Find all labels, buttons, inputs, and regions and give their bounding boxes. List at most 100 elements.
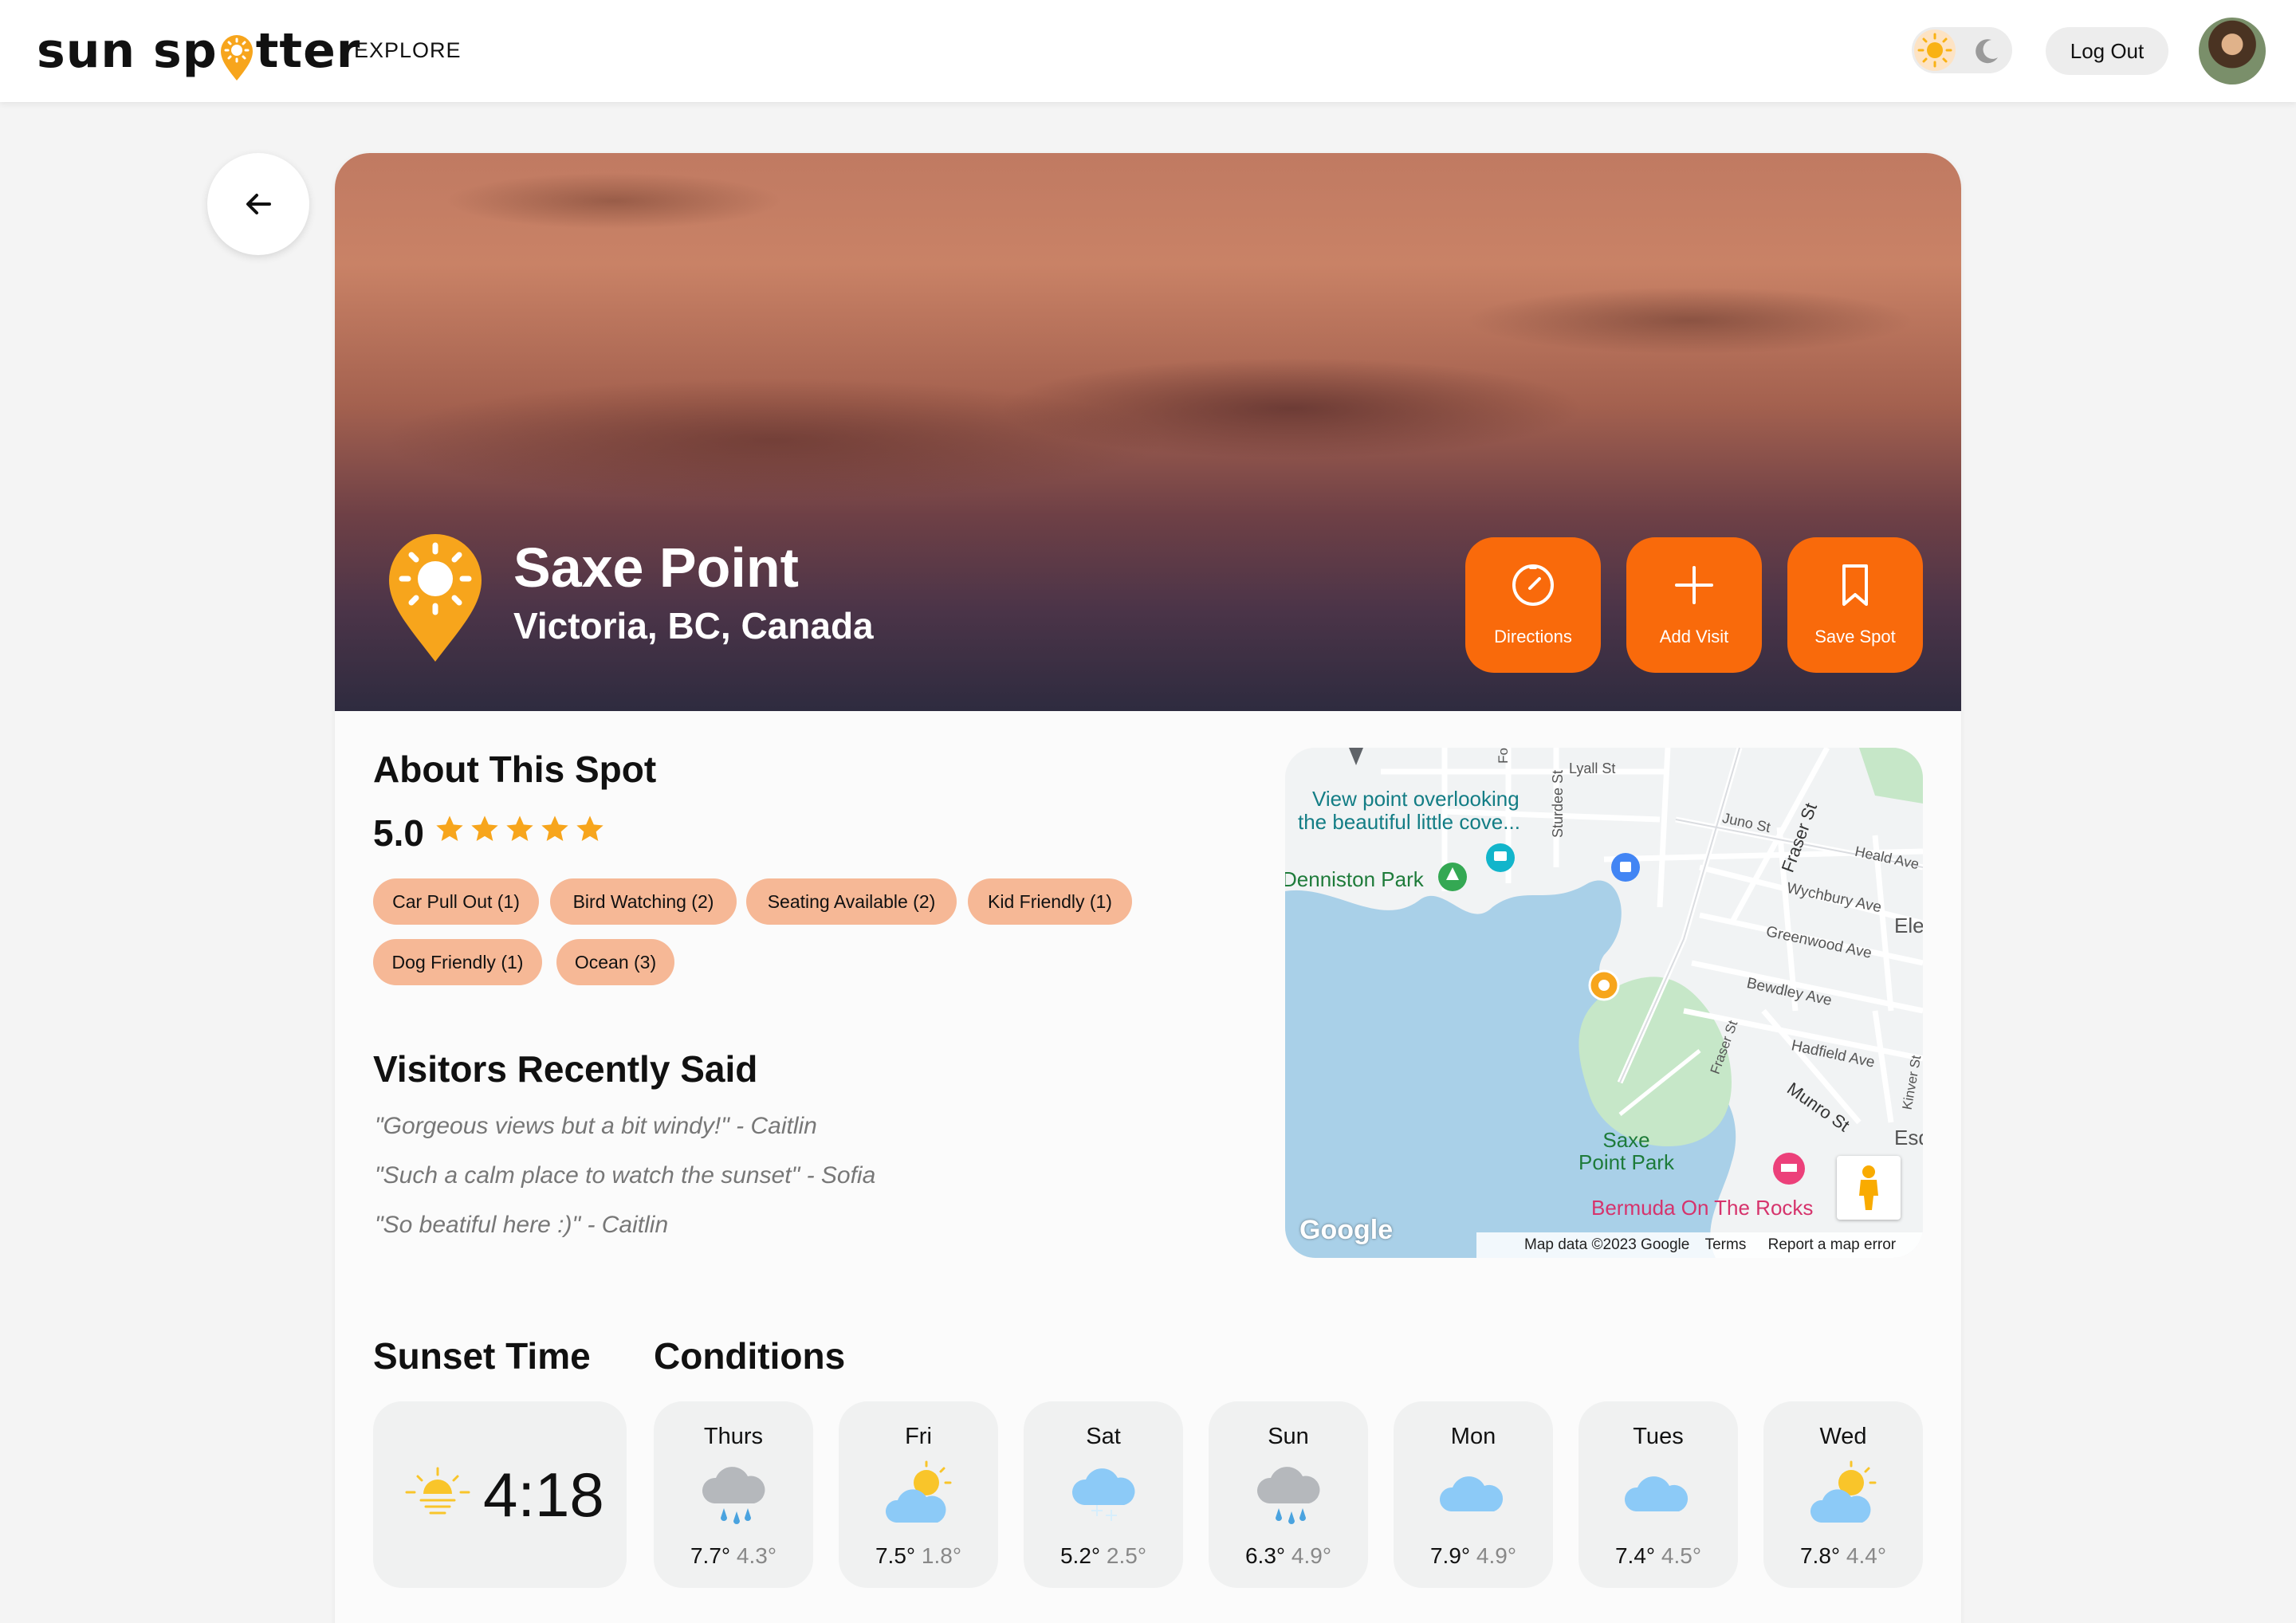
rating-value: 5.0 [373,812,424,854]
forecast-day-card: Tues 7.4° 4.5° [1578,1401,1738,1588]
spot-card: Saxe Point Victoria, BC, Canada Directio… [335,153,1961,1623]
tag-seating-available[interactable]: Seating Available (2) [746,878,957,925]
visitors-title: Visitors Recently Said [373,1048,758,1090]
temp-low: 4.4° [1846,1543,1887,1568]
star-icon [541,815,568,841]
map-report-link[interactable]: Report a map error [1768,1236,1897,1253]
spot-pin-icon [389,534,482,662]
map-label-fo: Fo [1495,748,1511,764]
map-label-sturdee: Sturdee St [1550,769,1567,839]
sun-icon [1917,33,1952,68]
arrow-left-icon [246,194,271,214]
forecast-day: Sun [1268,1424,1309,1449]
forecast-temps: 7.8° 4.4° [1763,1543,1923,1569]
map-terms-link[interactable]: Terms [1705,1236,1747,1253]
star-icon [471,815,498,841]
visitor-quote: "So beatiful here :)" - Caitlin [375,1212,669,1238]
forecast-day: Mon [1450,1424,1496,1449]
rating-stars [434,813,606,845]
pegman-icon [1859,1165,1878,1210]
forecast-day-card: Thurs 7.7° 4.3° [654,1401,813,1588]
forecast-day-card: Sat 5.2° 2.5° [1024,1401,1183,1588]
add-visit-label: Add Visit [1659,627,1729,646]
map-label-viewpoint: View point overlooking the beautiful lit… [1298,787,1520,834]
temp-low: 1.8° [921,1543,962,1568]
map-label-saxe-line2: Point Park [1578,1150,1674,1174]
map-label-viewpoint-line1: View point overlooking [1312,787,1520,811]
star-icon [436,815,463,841]
tag-bird-watching[interactable]: Bird Watching (2) [550,878,737,925]
temp-high: 5.2° [1060,1543,1101,1568]
navbar: sun sp tter EXPLORE Log Out [0,0,2296,102]
map-label-saxe-point-park: Saxe Point Park [1578,1128,1674,1173]
sunset-time-card: 4:18 [373,1401,627,1588]
forecast-day: Tues [1633,1424,1684,1449]
forecast-temps: 7.5° 1.8° [839,1543,998,1569]
save-spot-button[interactable]: Save Spot [1787,537,1923,673]
forecast-day: Fri [905,1424,932,1449]
save-spot-label: Save Spot [1814,627,1896,646]
logo-pin-icon [220,35,253,81]
visitor-quote: "Such a calm place to watch the sunset" … [375,1162,876,1189]
street-view-pegman[interactable] [1837,1156,1901,1220]
user-avatar[interactable] [2199,18,2266,84]
temp-low: 4.9° [1291,1543,1332,1568]
logo-text-end: tter [255,23,361,79]
temp-low: 4.3° [736,1543,777,1568]
temp-high: 7.9° [1429,1543,1471,1568]
cloud-icon [1624,1476,1689,1511]
forecast-day-card: Sun 6.3° 4.9° [1209,1401,1368,1588]
theme-toggle[interactable] [1912,27,2012,73]
rain-cloud-icon [702,1467,765,1524]
map-label-lyall: Lyall St [1569,760,1616,776]
directions-button[interactable]: Directions [1465,537,1601,673]
temp-high: 7.8° [1799,1543,1841,1568]
add-visit-button[interactable]: Add Visit [1626,537,1762,673]
tag-dog-friendly[interactable]: Dog Friendly (1) [373,939,542,985]
tag-kid-friendly[interactable]: Kid Friendly (1) [968,878,1132,925]
cloud-icon [1439,1476,1504,1511]
conditions-title: Conditions [654,1335,846,1377]
rain-cloud-icon [1256,1467,1320,1524]
snow-cloud-icon [1071,1468,1135,1521]
location-map[interactable]: View point overlooking the beautiful lit… [1285,748,1923,1258]
logout-button[interactable]: Log Out [2046,27,2168,75]
sunset-icon [405,1467,470,1515]
map-label-esq: Esq [1894,1126,1923,1149]
forecast-day-card: Fri 7.5° 1.8° [839,1401,998,1588]
directions-label: Directions [1494,627,1572,646]
temp-high: 7.4° [1614,1543,1656,1568]
map-label-bermuda: Bermuda On The Rocks [1591,1196,1814,1220]
temp-low: 4.5° [1661,1543,1702,1568]
light-mode-knob [1914,29,1956,71]
star-icon [506,815,533,841]
google-logo: Google [1299,1215,1394,1245]
map-label-viewpoint-line2: the beautiful little cove... [1298,810,1520,834]
map-label-saxe-line1: Saxe [1602,1128,1650,1152]
bookmark-icon [1842,564,1868,606]
tag-ocean[interactable]: Ocean (3) [556,939,674,985]
map-data-credit: Map data ©2023 Google [1524,1236,1690,1253]
temp-high: 7.7° [690,1543,731,1568]
temp-high: 6.3° [1244,1543,1286,1568]
map-footer: Map data ©2023 Google Terms Report a map… [1476,1232,1923,1258]
sun-spotter-logo[interactable]: sun sp tter [37,19,360,83]
forecast-day: Wed [1819,1424,1867,1449]
partly-sunny-icon [1810,1460,1877,1523]
moon-icon [1976,39,1998,64]
nav-explore-link[interactable]: EXPLORE [354,38,462,63]
forecast-day-card: Mon 7.9° 4.9° [1394,1401,1553,1588]
map-label-denniston: Denniston Park [1285,867,1424,891]
forecast-day: Sat [1086,1424,1121,1449]
star-icon [576,815,603,841]
sunset-title: Sunset Time [373,1335,591,1377]
temp-low: 4.9° [1476,1543,1517,1568]
tag-car-pull-out[interactable]: Car Pull Out (1) [373,878,539,925]
forecast-temps: 7.4° 4.5° [1578,1543,1738,1569]
partly-sunny-icon [885,1460,952,1523]
map-label-ele: Ele [1894,914,1923,937]
forecast-temps: 7.7° 4.3° [654,1543,813,1569]
back-button[interactable] [207,153,309,255]
logo-text-start: sun sp [37,23,218,79]
sunset-time-value: 4:18 [483,1460,604,1530]
